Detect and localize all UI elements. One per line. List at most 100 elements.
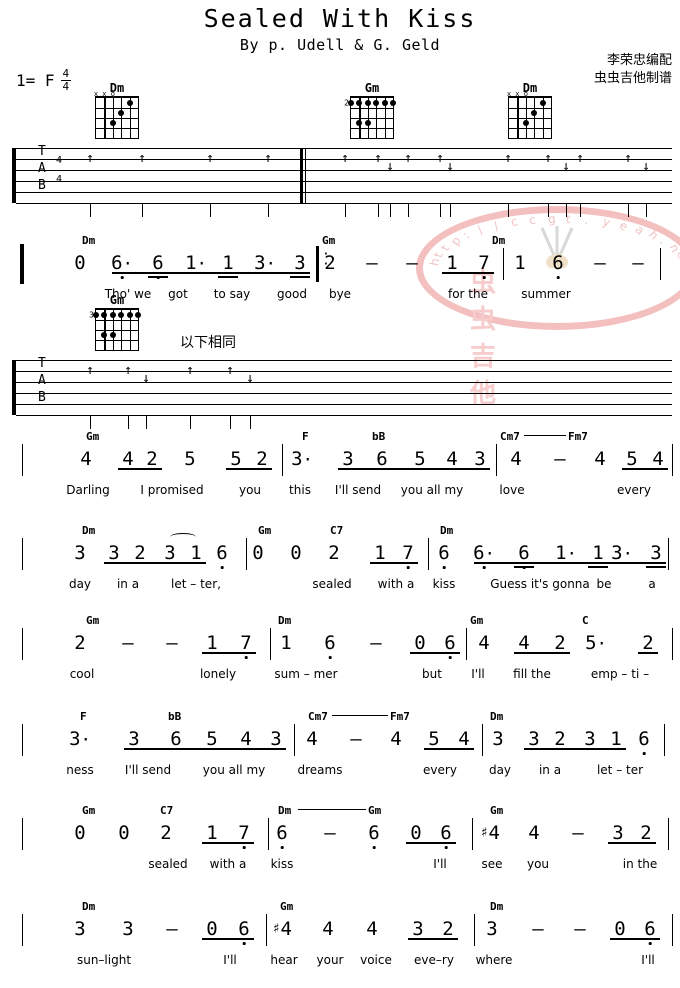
jianpu-note: 4 <box>478 632 490 654</box>
rhythm-stem <box>250 415 252 429</box>
octave-low-dot <box>556 276 560 279</box>
octave-low-dot <box>442 566 446 569</box>
lyric-syllable: voice <box>360 953 392 967</box>
tab-string-line <box>16 203 672 205</box>
jianpu-note: – <box>632 252 644 274</box>
rhythm-stem <box>90 203 92 217</box>
jianpu-note: 4 <box>446 448 458 470</box>
lyric-syllable: I'll <box>471 667 485 681</box>
rhythm-stem <box>378 203 380 217</box>
barline <box>474 914 476 946</box>
jianpu-note: 1 <box>222 252 234 274</box>
jianpu-note: 2 <box>134 542 146 564</box>
beam-line-secondary <box>290 276 310 278</box>
lyric-syllable: sealed <box>312 577 352 591</box>
lyric-syllable: I'll <box>433 857 447 871</box>
chord-label: Dm <box>82 234 96 247</box>
barline <box>282 444 284 476</box>
notation-line: Gm FbB Cm7 Fm7 4 4 2 5 5 2 3· 3 6 5 4 3 4–4 5 4 Darling I pr… <box>0 428 680 518</box>
lyric-syllable: sum – mer <box>274 667 338 681</box>
tab-clef-letter: B <box>38 390 46 406</box>
jianpu-note: 3 <box>492 728 504 750</box>
chord-label: C7 <box>330 524 344 537</box>
strum-arrow-down: ↓ <box>642 159 650 175</box>
jianpu-note: 6 <box>170 728 182 750</box>
octave-low-dot <box>444 846 448 849</box>
chord-label: Gm <box>470 614 484 627</box>
beam-line-secondary <box>148 276 168 278</box>
beam-line <box>202 842 254 844</box>
time-signature: 4 4 <box>60 68 72 92</box>
jianpu-note: 1 <box>190 542 202 564</box>
tab-string-line <box>16 371 672 373</box>
augmentation-dot: · <box>302 450 313 470</box>
jianpu-note: 3 <box>528 728 540 750</box>
octave-low-dot <box>328 656 332 659</box>
line-start-barline <box>22 818 24 850</box>
jianpu-note: 4 <box>80 448 92 470</box>
augmentation-dot: · <box>265 254 276 274</box>
strum-arrow-down: ↓ <box>446 159 454 175</box>
lyric-syllable: you all my <box>400 483 464 497</box>
jianpu-note: 6 <box>444 632 456 654</box>
watermark-url-char: c <box>508 214 520 231</box>
beam-line <box>610 938 660 940</box>
beam-line <box>370 562 418 564</box>
jianpu-note: 2 <box>146 448 158 470</box>
rhythm-stem <box>142 203 144 217</box>
lyric-syllable: eve–ry <box>414 953 454 967</box>
beam-line <box>202 652 256 654</box>
tab-string-line <box>16 170 672 172</box>
strum-arrow-up: ↑ <box>436 150 444 166</box>
jianpu-note: 6 <box>644 918 656 940</box>
augmentation-dot: · <box>122 254 133 274</box>
lyric-syllable: every <box>423 763 457 777</box>
lyric-syllable: I'll send <box>124 763 172 777</box>
beam-line-secondary <box>218 276 238 278</box>
jianpu-note: 0 <box>206 918 218 940</box>
lyric-syllable: to say <box>213 287 251 301</box>
rhythm-stem <box>628 203 630 217</box>
strum-arrow-up: ↑ <box>544 150 552 166</box>
fret-wire-line <box>509 118 551 120</box>
jianpu-note: – <box>350 728 362 750</box>
beam-line <box>410 652 460 654</box>
lyric-syllable: day <box>68 577 92 591</box>
octave-low-dot <box>482 566 486 569</box>
chord-label: F <box>302 430 309 443</box>
octave-low-dot <box>280 846 284 849</box>
jianpu-note: 6· <box>473 542 495 564</box>
jianpu-note: 5 <box>184 448 196 470</box>
chord-connector-line <box>524 435 566 437</box>
rhythm-stem <box>508 203 510 217</box>
barline <box>672 444 674 476</box>
octave-low-dot <box>448 656 452 659</box>
barline <box>268 818 270 850</box>
key-signature: 1= F 4 4 <box>16 68 72 92</box>
jianpu-note: 1 <box>374 542 386 564</box>
jianpu-note: 6 <box>438 542 450 564</box>
jianpu-note: – <box>166 632 178 654</box>
tab-clef-letter: T <box>38 356 46 371</box>
jianpu-note: 0 <box>614 918 626 940</box>
chord-fret-grid: xxo <box>507 91 552 139</box>
tab-time-sig-den: 4 <box>56 174 63 186</box>
octave-low-dot <box>242 846 246 849</box>
jianpu-note: 6 <box>552 252 564 274</box>
barline <box>660 248 662 280</box>
beam-line <box>202 938 254 940</box>
notation-line: Gm Dm Gm C 2– –1 7 1 6–0 6 4 4 2 5· 2 cool lonely sum – m… <box>0 612 680 702</box>
jianpu-note: – <box>366 252 378 274</box>
jianpu-note: 4 <box>518 632 530 654</box>
jianpu-note: 4 <box>390 728 402 750</box>
chord-label: Dm <box>278 614 292 627</box>
lyric-syllable: a <box>648 577 656 591</box>
rhythm-stem <box>566 203 568 217</box>
barline <box>672 914 674 946</box>
jianpu-note: 2 <box>640 822 652 844</box>
strum-arrow-up: ↑ <box>206 150 214 166</box>
jianpu-note: 5 <box>428 728 440 750</box>
augmentation-dot: · <box>566 544 577 564</box>
watermark-url-char: c <box>527 212 538 228</box>
fret-wire-line <box>509 108 551 110</box>
